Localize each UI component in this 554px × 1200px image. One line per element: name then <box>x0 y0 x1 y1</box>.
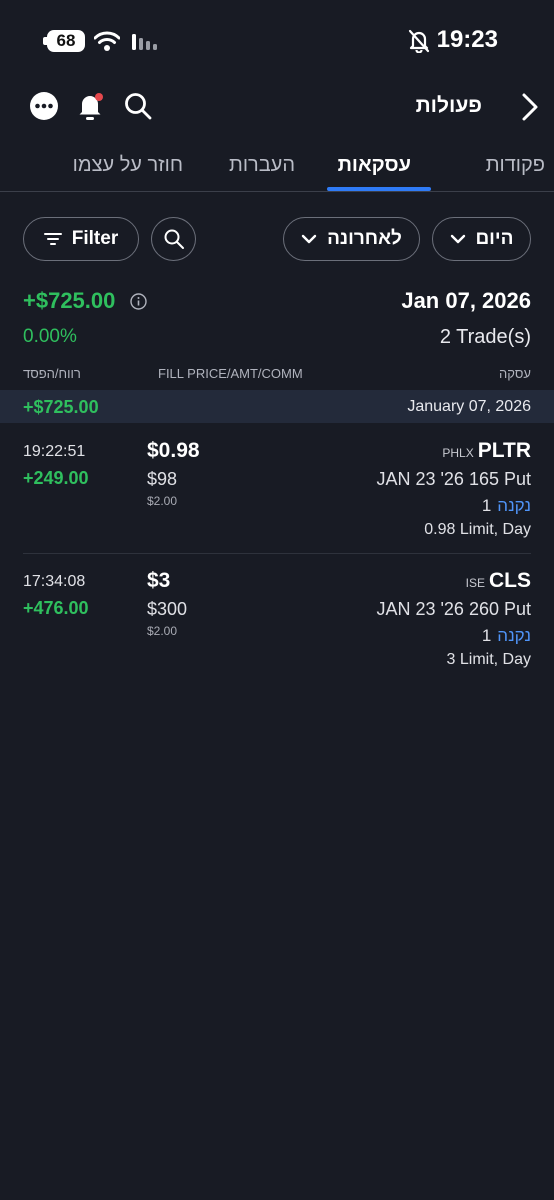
quantity: 1 <box>481 496 492 515</box>
filter-button[interactable]: Filter <box>23 217 139 261</box>
notifications-button[interactable] <box>72 88 108 124</box>
more-options-button[interactable] <box>26 88 62 124</box>
bell-icon <box>79 93 103 120</box>
contract: JAN 23 '26 260 Put <box>376 599 531 619</box>
filter-icon <box>43 233 62 245</box>
filter-label: Filter <box>71 228 119 249</box>
fill-amount: $98 <box>147 469 178 489</box>
more-icon <box>30 92 58 120</box>
day-pnl: +$725.00 <box>23 397 99 417</box>
order-type: 3 Limit, Day <box>446 651 531 668</box>
side-row: 1 נקנה <box>482 626 531 646</box>
search-icon <box>125 93 152 120</box>
day-date: January 07, 2026 <box>407 398 531 415</box>
symbol-row: PHLX PLTR <box>442 439 531 463</box>
symbol: CLS <box>489 569 531 592</box>
total-pnl: +$725.00 <box>23 288 116 313</box>
signal-icon <box>132 34 157 50</box>
fill-amount: $300 <box>147 599 188 619</box>
total-percent: 0.00% <box>23 326 77 347</box>
chevron-right-icon <box>522 93 538 121</box>
commission: $2.00 <box>147 624 178 638</box>
trade-pnl: +249.00 <box>23 468 89 488</box>
period-label: היום <box>475 228 514 249</box>
exchange: ISE <box>465 576 485 590</box>
sort-dropdown[interactable]: לאחרונה <box>283 217 420 261</box>
side-row: 1 נקנה <box>482 496 531 516</box>
tab-transfers[interactable]: העברות <box>229 154 295 177</box>
fill-price: $0.98 <box>147 439 200 462</box>
trade-time: 19:22:51 <box>23 443 86 460</box>
symbol-row: ISE CLS <box>466 569 531 593</box>
tab-trades[interactable]: עסקאות <box>338 154 411 177</box>
trade-pnl: +476.00 <box>23 598 89 618</box>
exchange: PHLX <box>442 446 474 460</box>
trade-time: 17:34:08 <box>23 573 86 590</box>
status-time: 19:23 <box>436 26 498 53</box>
sort-label: לאחרונה <box>327 228 402 249</box>
battery-indicator: 68 <box>47 30 85 52</box>
commission: $2.00 <box>147 494 178 508</box>
column-header-pnl: רווח/הפסד <box>23 366 81 381</box>
wifi-icon <box>94 31 120 51</box>
page-title: פעולות <box>415 94 482 117</box>
row-divider <box>23 553 531 554</box>
search-button[interactable] <box>120 88 156 124</box>
trade-search-button[interactable] <box>151 217 196 261</box>
trade-count: 2 Trade(s) <box>439 326 531 348</box>
column-header-trade: עסקה <box>499 366 531 381</box>
tab-recurring[interactable]: חוזר על עצמו <box>73 154 183 177</box>
quantity: 1 <box>481 626 492 645</box>
contract: JAN 23 '26 165 Put <box>376 469 531 489</box>
side: נקנה <box>497 496 531 515</box>
tabs-divider <box>0 191 554 192</box>
tab-orders[interactable]: פקודות <box>486 154 545 177</box>
fill-price: $3 <box>147 569 171 592</box>
side: נקנה <box>497 626 531 645</box>
order-type: 0.98 Limit, Day <box>424 521 531 538</box>
info-icon[interactable] <box>130 293 147 310</box>
column-header-fill: FILL PRICE/AMT/COMM <box>158 366 303 381</box>
symbol: PLTR <box>477 439 531 462</box>
search-icon <box>164 229 184 249</box>
chevron-down-icon <box>301 234 317 244</box>
period-dropdown[interactable]: היום <box>432 217 531 261</box>
bell-muted-icon <box>408 29 430 53</box>
summary-date: Jan 07, 2026 <box>401 288 531 313</box>
chevron-down-icon <box>450 234 465 244</box>
back-button[interactable] <box>512 90 542 124</box>
